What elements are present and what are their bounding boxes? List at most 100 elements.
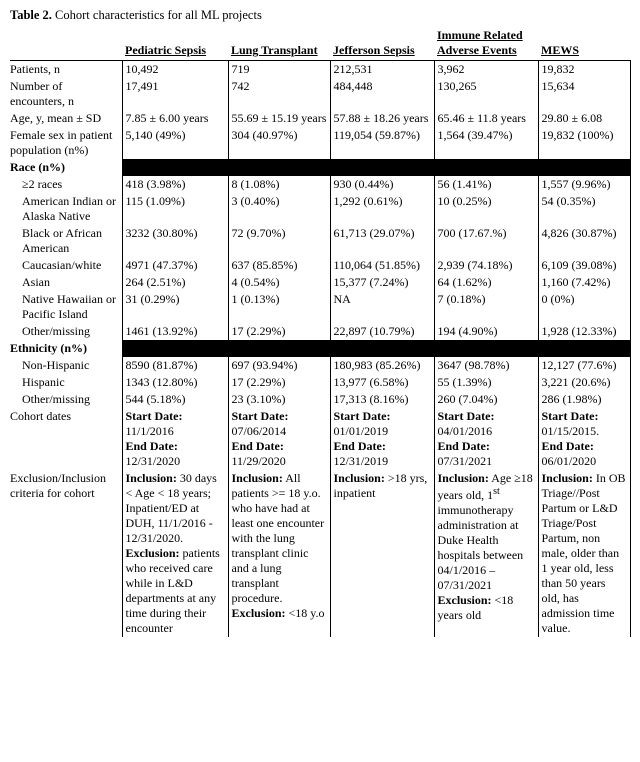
row-encounters: Number of encounters, n17,491742484,4481… — [10, 78, 630, 110]
row-race_aian: American Indian or Alaska Native115 (1.0… — [10, 193, 630, 225]
cell-race_header-3 — [434, 159, 538, 176]
row-race_nhpi: Native Hawaiian or Pacific Island31 (0.2… — [10, 291, 630, 323]
cell-race_2plus-1: 8 (1.08%) — [228, 176, 330, 193]
cell-race_aian-2: 1,292 (0.61%) — [330, 193, 434, 225]
cell-eth_nonhisp-2: 180,983 (85.26%) — [330, 357, 434, 374]
cell-female-3: 1,564 (39.47%) — [434, 127, 538, 159]
cell-patients-4: 19,832 — [538, 61, 630, 79]
cell-patients-1: 719 — [228, 61, 330, 79]
cell-eth_nonhisp-4: 12,127 (77.6%) — [538, 357, 630, 374]
cell-female-1: 304 (40.97%) — [228, 127, 330, 159]
label-race_aian: American Indian or Alaska Native — [10, 193, 122, 225]
cell-race_asian-3: 64 (1.62%) — [434, 274, 538, 291]
cell-encounters-1: 742 — [228, 78, 330, 110]
cell-race_black-0: 3232 (30.80%) — [122, 225, 228, 257]
label-race_black: Black or African American — [10, 225, 122, 257]
label-eth_header: Ethnicity (n%) — [10, 340, 122, 357]
cell-female-4: 19,832 (100%) — [538, 127, 630, 159]
cell-race_asian-0: 264 (2.51%) — [122, 274, 228, 291]
caption-label: Table 2. — [10, 8, 52, 22]
row-age: Age, y, mean ± SD7.85 ± 6.00 years55.69 … — [10, 110, 630, 127]
cell-race_other-1: 17 (2.29%) — [228, 323, 330, 340]
cell-race_nhpi-0: 31 (0.29%) — [122, 291, 228, 323]
cell-eth_other-2: 17,313 (8.16%) — [330, 391, 434, 408]
cell-race_2plus-2: 930 (0.44%) — [330, 176, 434, 193]
cell-race_2plus-3: 56 (1.41%) — [434, 176, 538, 193]
label-race_white: Caucasian/white — [10, 257, 122, 274]
cell-race_black-1: 72 (9.70%) — [228, 225, 330, 257]
label-patients: Patients, n — [10, 61, 122, 79]
label-race_2plus: ≥2 races — [10, 176, 122, 193]
label-race_header: Race (n%) — [10, 159, 122, 176]
caption-text: Cohort characteristics for all ML projec… — [55, 8, 262, 22]
cell-eth_header-3 — [434, 340, 538, 357]
cell-race_header-2 — [330, 159, 434, 176]
cell-eth_hisp-2: 13,977 (6.58%) — [330, 374, 434, 391]
header-empty — [10, 27, 122, 61]
cell-race_asian-4: 1,160 (7.42%) — [538, 274, 630, 291]
cell-race_other-4: 1,928 (12.33%) — [538, 323, 630, 340]
cell-criteria-2: Inclusion: >18 yrs, inpatient — [330, 470, 434, 637]
cell-dates-1: Start Date: 07/06/2014End Date: 11/29/20… — [228, 408, 330, 470]
cell-eth_nonhisp-0: 8590 (81.87%) — [122, 357, 228, 374]
cell-race_header-0 — [122, 159, 228, 176]
cell-age-0: 7.85 ± 6.00 years — [122, 110, 228, 127]
col-jefferson: Jefferson Sepsis — [330, 27, 434, 61]
col-pediatric: Pediatric Sepsis — [122, 27, 228, 61]
cell-eth_nonhisp-3: 3647 (98.78%) — [434, 357, 538, 374]
cell-race_white-1: 637 (85.85%) — [228, 257, 330, 274]
row-dates: Cohort datesStart Date: 11/1/2016End Dat… — [10, 408, 630, 470]
table-caption: Table 2. Cohort characteristics for all … — [10, 8, 630, 23]
row-race_header: Race (n%) — [10, 159, 630, 176]
col-irae: Immune Related Adverse Events — [434, 27, 538, 61]
cell-race_nhpi-1: 1 (0.13%) — [228, 291, 330, 323]
cell-criteria-0: Inclusion: 30 days < Age < 18 years; Inp… — [122, 470, 228, 637]
cell-eth_other-4: 286 (1.98%) — [538, 391, 630, 408]
cell-race_nhpi-2: NA — [330, 291, 434, 323]
cell-race_aian-1: 3 (0.40%) — [228, 193, 330, 225]
cell-race_nhpi-4: 0 (0%) — [538, 291, 630, 323]
cell-race_white-2: 110,064 (51.85%) — [330, 257, 434, 274]
cell-patients-2: 212,531 — [330, 61, 434, 79]
row-race_black: Black or African American3232 (30.80%)72… — [10, 225, 630, 257]
cell-race_header-1 — [228, 159, 330, 176]
cell-race_white-3: 2,939 (74.18%) — [434, 257, 538, 274]
cell-female-0: 5,140 (49%) — [122, 127, 228, 159]
cell-race_aian-3: 10 (0.25%) — [434, 193, 538, 225]
row-eth_other: Other/missing544 (5.18%)23 (3.10%)17,313… — [10, 391, 630, 408]
label-eth_nonhisp: Non-Hispanic — [10, 357, 122, 374]
cell-encounters-4: 15,634 — [538, 78, 630, 110]
cell-race_2plus-0: 418 (3.98%) — [122, 176, 228, 193]
row-eth_header: Ethnicity (n%) — [10, 340, 630, 357]
cell-race_white-4: 6,109 (39.08%) — [538, 257, 630, 274]
cell-female-2: 119,054 (59.87%) — [330, 127, 434, 159]
label-female: Female sex in patient population (n%) — [10, 127, 122, 159]
cell-eth_hisp-1: 17 (2.29%) — [228, 374, 330, 391]
label-age: Age, y, mean ± SD — [10, 110, 122, 127]
cell-race_asian-1: 4 (0.54%) — [228, 274, 330, 291]
cell-encounters-3: 130,265 — [434, 78, 538, 110]
label-eth_other: Other/missing — [10, 391, 122, 408]
cell-eth_other-3: 260 (7.04%) — [434, 391, 538, 408]
cell-race_aian-0: 115 (1.09%) — [122, 193, 228, 225]
label-dates: Cohort dates — [10, 408, 122, 470]
cell-race_black-4: 4,826 (30.87%) — [538, 225, 630, 257]
col-mews: MEWS — [538, 27, 630, 61]
row-patients: Patients, n10,492719212,5313,96219,832 — [10, 61, 630, 79]
cell-race_white-0: 4971 (47.37%) — [122, 257, 228, 274]
row-race_other: Other/missing1461 (13.92%)17 (2.29%)22,8… — [10, 323, 630, 340]
cell-patients-3: 3,962 — [434, 61, 538, 79]
cell-criteria-1: Inclusion: All patients >= 18 y.o. who h… — [228, 470, 330, 637]
cell-dates-4: Start Date: 01/15/2015.End Date: 06/01/2… — [538, 408, 630, 470]
label-eth_hisp: Hispanic — [10, 374, 122, 391]
cell-race_nhpi-3: 7 (0.18%) — [434, 291, 538, 323]
label-encounters: Number of encounters, n — [10, 78, 122, 110]
cell-race_other-0: 1461 (13.92%) — [122, 323, 228, 340]
cell-criteria-3: Inclusion: Age ≥18 years old, 1st immuno… — [434, 470, 538, 637]
cell-dates-3: Start Date: 04/01/2016End Date: 07/31/20… — [434, 408, 538, 470]
label-race_other: Other/missing — [10, 323, 122, 340]
row-race_white: Caucasian/white4971 (47.37%)637 (85.85%)… — [10, 257, 630, 274]
cell-eth_hisp-3: 55 (1.39%) — [434, 374, 538, 391]
row-criteria: Exclusion/Inclusion criteria for cohortI… — [10, 470, 630, 637]
row-eth_hisp: Hispanic1343 (12.80%)17 (2.29%)13,977 (6… — [10, 374, 630, 391]
